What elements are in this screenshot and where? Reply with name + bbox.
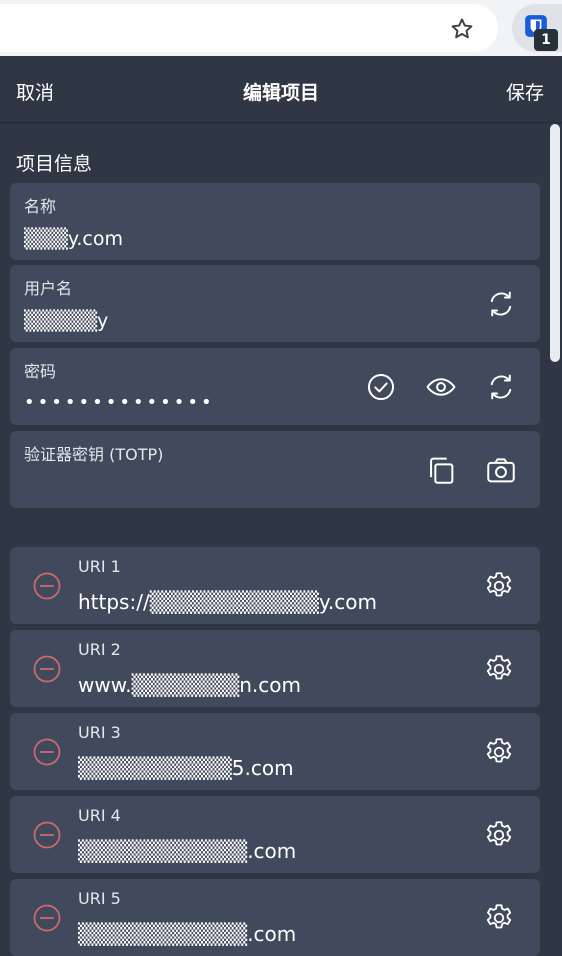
username-input[interactable]: ▒▒▒▒▒y xyxy=(24,310,108,332)
gear-icon[interactable] xyxy=(482,735,516,769)
uri-row-3[interactable]: URI 3 ▒▒▒▒▒▒▒▒▒▒5.com xyxy=(10,713,540,790)
uri-label: URI 4 xyxy=(78,806,121,825)
generate-username-refresh-icon[interactable] xyxy=(484,287,518,321)
uri-row-2[interactable]: URI 2 www.▒▒▒▒▒▒▒n.com xyxy=(10,630,540,707)
remove-circle-icon[interactable] xyxy=(32,820,62,850)
name-label: 名称 xyxy=(24,197,57,216)
gear-icon[interactable] xyxy=(482,652,516,686)
uri-row-5[interactable]: URI 5 ▒▒▒▒▒▒▒▒▒▒▒.com xyxy=(10,879,540,956)
password-field[interactable]: 密码 •••••••••••••• xyxy=(10,348,540,425)
save-button[interactable]: 保存 xyxy=(506,78,544,105)
uri-label: URI 5 xyxy=(78,889,121,908)
password-input[interactable]: •••••••••••••• xyxy=(24,392,215,413)
camera-icon[interactable] xyxy=(484,453,518,487)
address-bar-end[interactable] xyxy=(0,4,498,52)
remove-circle-icon[interactable] xyxy=(32,737,62,767)
uri-label: URI 3 xyxy=(78,723,121,742)
gear-icon[interactable] xyxy=(482,569,516,603)
totp-field[interactable]: 验证器密钥 (TOTP) xyxy=(10,431,540,508)
uri-input[interactable]: ▒▒▒▒▒▒▒▒▒▒5.com xyxy=(78,756,294,780)
uri-input[interactable]: ▒▒▒▒▒▒▒▒▒▒▒.com xyxy=(78,922,296,946)
totp-label: 验证器密钥 (TOTP) xyxy=(24,445,164,464)
password-label: 密码 xyxy=(24,362,57,381)
username-label: 用户名 xyxy=(24,279,73,298)
name-input[interactable]: ▒▒▒y.com xyxy=(24,228,123,250)
edit-item-content: 项目信息 名称 ▒▒▒y.com 用户名 ▒▒▒▒▒y 密码 •••••••••… xyxy=(0,123,548,956)
copy-icon[interactable] xyxy=(424,453,458,487)
uri-row-1[interactable]: URI 1 https://▒▒▒▒▒▒▒▒▒▒▒y.com xyxy=(10,547,540,624)
uri-row-4[interactable]: URI 4 ▒▒▒▒▒▒▒▒▒▒▒.com xyxy=(10,796,540,873)
gear-icon[interactable] xyxy=(482,818,516,852)
remove-circle-icon[interactable] xyxy=(32,654,62,684)
uri-input[interactable]: www.▒▒▒▒▒▒▒n.com xyxy=(78,673,301,697)
remove-circle-icon[interactable] xyxy=(32,571,62,601)
eye-icon[interactable] xyxy=(424,370,458,404)
uri-label: URI 2 xyxy=(78,640,121,659)
gear-icon[interactable] xyxy=(482,901,516,935)
bookmark-star-icon[interactable] xyxy=(449,16,475,42)
scrollbar-thumb[interactable] xyxy=(550,124,560,362)
browser-toolbar: 1 xyxy=(0,0,562,56)
check-circle-icon[interactable] xyxy=(364,370,398,404)
section-title-item-info: 项目信息 xyxy=(16,153,93,175)
popup-header: 取消 编辑项目 保存 xyxy=(0,56,562,123)
uri-input[interactable]: ▒▒▒▒▒▒▒▒▒▒▒.com xyxy=(78,839,296,863)
generate-password-refresh-icon[interactable] xyxy=(484,370,518,404)
page-title: 编辑项目 xyxy=(242,82,319,104)
username-field[interactable]: 用户名 ▒▒▒▒▒y xyxy=(10,265,540,342)
uri-input[interactable]: https://▒▒▒▒▒▒▒▒▒▒▒y.com xyxy=(78,590,377,614)
name-field[interactable]: 名称 ▒▒▒y.com xyxy=(10,183,540,260)
extension-badge-count: 1 xyxy=(534,29,558,51)
uri-label: URI 1 xyxy=(78,557,121,576)
remove-circle-icon[interactable] xyxy=(32,903,62,933)
